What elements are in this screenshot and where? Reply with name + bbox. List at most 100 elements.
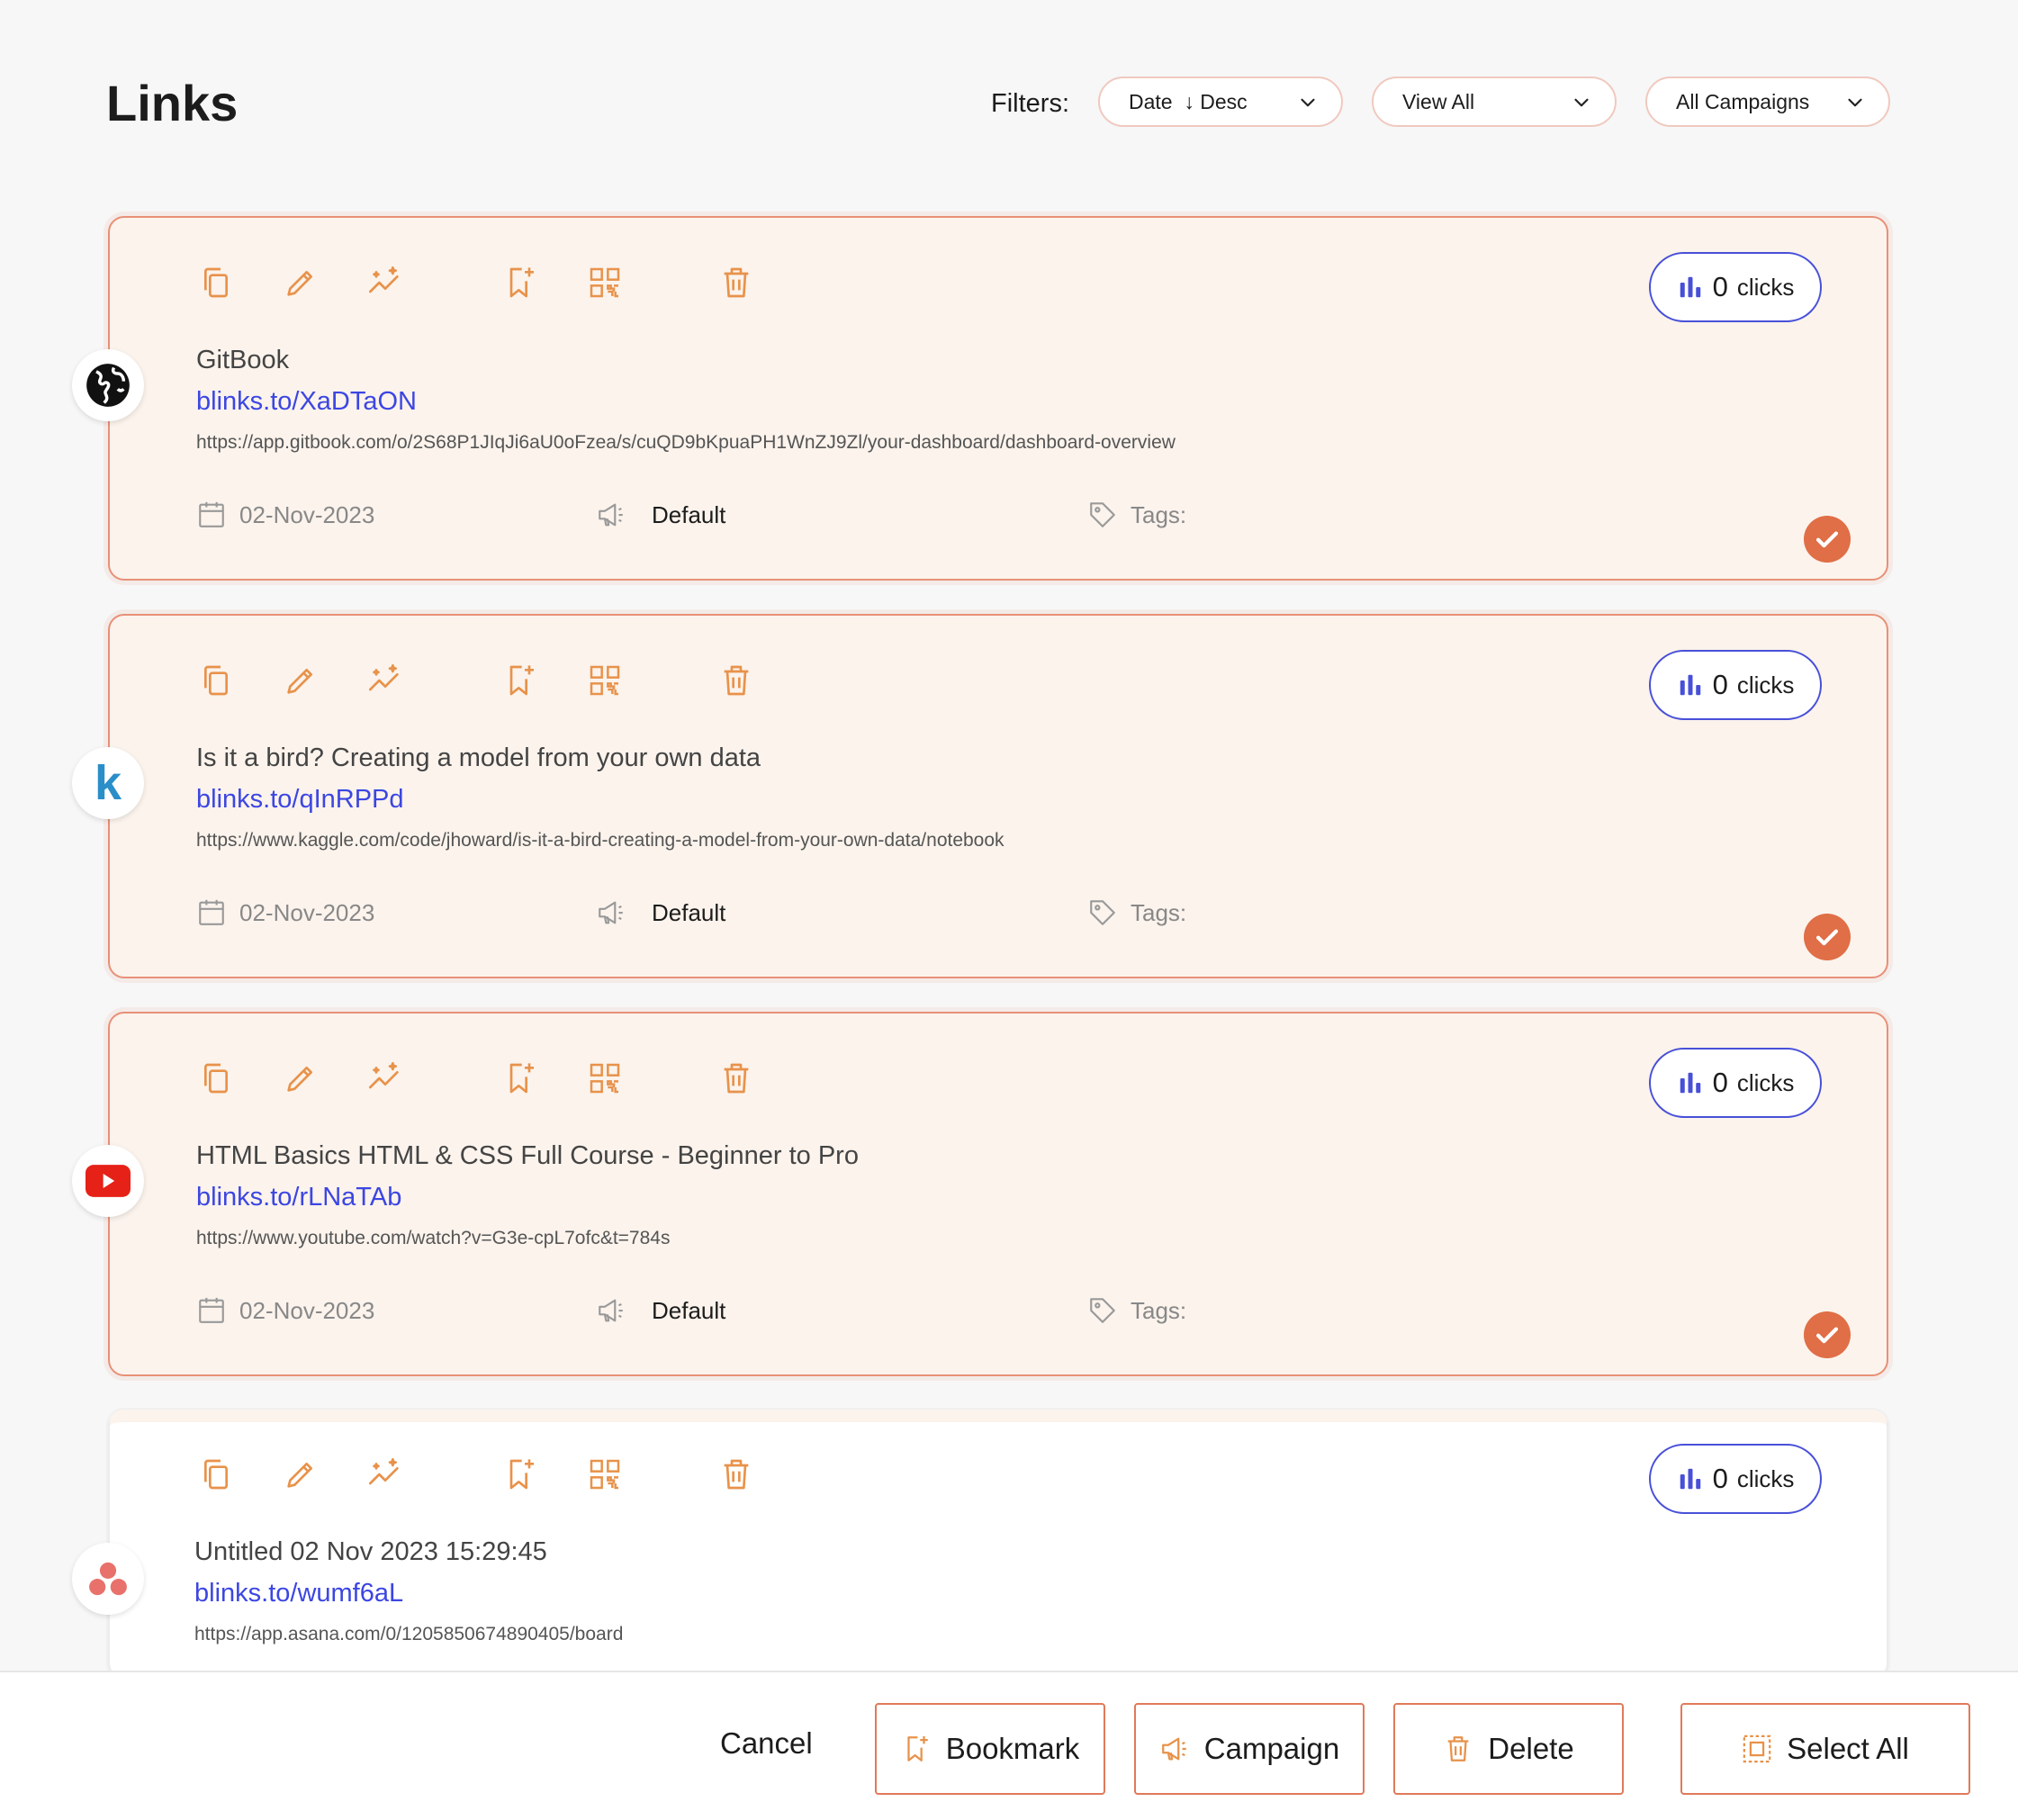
tags-info: Tags: [1087, 497, 1186, 533]
selected-checkbox[interactable] [1804, 516, 1851, 563]
clicks-count: 0 [1712, 1463, 1728, 1494]
bookmark-icon[interactable] [502, 265, 538, 301]
link-card[interactable]: 0 clicks HTML Basics HTML & CSS Full Cou… [108, 1012, 1888, 1376]
campaign-dropdown[interactable]: All Campaigns [1645, 77, 1890, 127]
view-dropdown-label: View All [1402, 89, 1475, 113]
clicks-count: 0 [1712, 1067, 1728, 1098]
link-title: HTML Basics HTML & CSS Full Course - Beg… [196, 1141, 859, 1170]
campaign-button[interactable]: Campaign [1134, 1703, 1365, 1795]
select-all-button[interactable]: Select All [1680, 1703, 1970, 1795]
created-date: 02-Nov-2023 [196, 497, 374, 533]
selected-checkbox[interactable] [1804, 1311, 1851, 1358]
clicks-button[interactable]: 0 clicks [1649, 252, 1822, 322]
megaphone-icon [596, 1295, 626, 1326]
calendar-icon [196, 1295, 227, 1326]
qr-code-icon[interactable] [587, 662, 623, 698]
clicks-button[interactable]: 0 clicks [1649, 650, 1822, 720]
bookmark-icon[interactable] [502, 1060, 538, 1096]
check-icon [1812, 524, 1842, 554]
campaign-dropdown-label: All Campaigns [1676, 89, 1810, 113]
clicks-button[interactable]: 0 clicks [1649, 1444, 1822, 1514]
qr-code-icon[interactable] [587, 1060, 623, 1096]
kaggle-letter: k [94, 756, 122, 810]
destination-url: https://app.gitbook.com/o/2S68P1JIqJi6aU… [196, 432, 1176, 453]
megaphone-icon [596, 500, 626, 530]
copy-icon[interactable] [198, 1456, 234, 1492]
date-text: 02-Nov-2023 [239, 1296, 375, 1324]
tag-icon [1087, 500, 1118, 530]
analytics-icon[interactable] [367, 662, 403, 698]
bookmark-button[interactable]: Bookmark [875, 1703, 1105, 1795]
chevron-down-icon [1843, 91, 1867, 114]
bar-chart-icon [1677, 274, 1704, 301]
analytics-icon[interactable] [367, 265, 403, 301]
chevron-down-icon [1570, 91, 1593, 114]
megaphone-icon [596, 897, 626, 928]
tags-label: Tags: [1131, 898, 1187, 926]
sort-dropdown-label: Date ↓ Desc [1129, 89, 1248, 113]
campaign-info: Default [596, 497, 725, 533]
link-card[interactable]: 0 clicks GitBook blinks.to/XaDTaON https… [108, 216, 1888, 581]
date-text: 02-Nov-2023 [239, 500, 375, 528]
analytics-icon[interactable] [367, 1456, 403, 1492]
copy-icon[interactable] [198, 265, 234, 301]
check-icon [1812, 1320, 1842, 1350]
calendar-icon [196, 500, 227, 530]
page-title: Links [106, 75, 239, 131]
bookmark-icon[interactable] [502, 662, 538, 698]
qr-code-icon[interactable] [587, 1456, 623, 1492]
campaign-button-label: Campaign [1203, 1732, 1340, 1765]
short-link[interactable]: blinks.to/XaDTaON [196, 385, 417, 418]
clicks-count: 0 [1712, 271, 1728, 302]
campaign-text: Default [652, 1296, 726, 1324]
select-all-icon [1742, 1734, 1772, 1764]
clicks-label: clicks [1736, 273, 1795, 301]
edit-icon[interactable] [283, 265, 319, 301]
short-link[interactable]: blinks.to/wumf6aL [194, 1577, 403, 1609]
bar-chart-icon [1677, 1069, 1704, 1096]
delete-button[interactable]: Delete [1393, 1703, 1624, 1795]
edit-icon[interactable] [283, 662, 319, 698]
calendar-icon [196, 897, 227, 928]
bookmark-icon[interactable] [502, 1456, 538, 1492]
campaign-text: Default [652, 500, 726, 528]
tags-info: Tags: [1087, 1293, 1186, 1329]
clicks-label: clicks [1736, 1464, 1795, 1492]
clicks-label: clicks [1736, 671, 1795, 698]
link-card[interactable]: 0 clicks Untitled 02 Nov 2023 15:29:45 b… [108, 1410, 1888, 1680]
page-header: Links Filters: Date ↓ Desc View All All … [106, 72, 1890, 135]
view-dropdown[interactable]: View All [1372, 77, 1617, 127]
destination-url: https://www.youtube.com/watch?v=G3e-cpL7… [196, 1228, 671, 1248]
copy-icon[interactable] [198, 1060, 234, 1096]
qr-code-icon[interactable] [587, 265, 623, 301]
copy-icon[interactable] [198, 662, 234, 698]
tags-label: Tags: [1131, 500, 1187, 528]
short-link[interactable]: blinks.to/qInRPPd [196, 783, 404, 815]
trash-icon[interactable] [718, 1060, 754, 1096]
bar-chart-icon [1677, 671, 1704, 698]
sort-dropdown[interactable]: Date ↓ Desc [1098, 77, 1343, 127]
campaign-info: Default [596, 895, 725, 931]
kaggle-icon: k [72, 747, 144, 819]
destination-url: https://www.kaggle.com/code/jhoward/is-i… [196, 830, 1004, 851]
cancel-button[interactable]: Cancel [720, 1726, 813, 1761]
link-card[interactable]: 0 clicks Is it a bird? Creating a model … [108, 614, 1888, 978]
short-link[interactable]: blinks.to/rLNaTAb [196, 1181, 401, 1213]
youtube-icon [72, 1145, 144, 1217]
selected-checkbox[interactable] [1804, 914, 1851, 960]
asana-icon [72, 1543, 144, 1615]
edit-icon[interactable] [283, 1456, 319, 1492]
clicks-button[interactable]: 0 clicks [1649, 1048, 1822, 1118]
analytics-icon[interactable] [367, 1060, 403, 1096]
trash-icon[interactable] [718, 1456, 754, 1492]
trash-icon[interactable] [718, 662, 754, 698]
edit-icon[interactable] [283, 1060, 319, 1096]
bar-chart-icon [1677, 1465, 1704, 1492]
tag-icon [1087, 1295, 1118, 1326]
chevron-down-icon [1296, 91, 1320, 114]
trash-icon[interactable] [718, 265, 754, 301]
bookmark-button-label: Bookmark [945, 1732, 1080, 1765]
tag-icon [1087, 897, 1118, 928]
link-title: Untitled 02 Nov 2023 15:29:45 [194, 1537, 547, 1566]
trash-icon [1443, 1734, 1473, 1764]
